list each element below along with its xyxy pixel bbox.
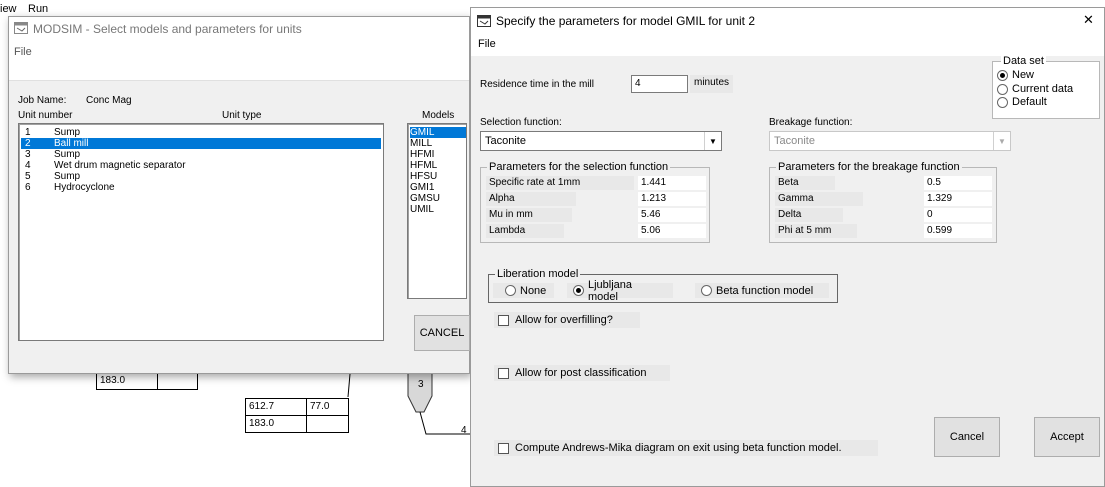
dialog-titlebar: Specify the parameters for model GMIL fo… <box>471 8 1104 34</box>
flowsheet-menubar: iew Run <box>0 0 470 16</box>
radio-icon <box>701 285 712 296</box>
radio-icon <box>997 96 1008 108</box>
model-item[interactable]: HFML <box>410 160 437 171</box>
param-value-input[interactable]: 5.06 <box>638 224 706 238</box>
param-value-input[interactable]: 0 <box>924 208 992 222</box>
param-value-input[interactable]: 0.5 <box>924 176 992 190</box>
close-icon[interactable]: ✕ <box>1083 12 1094 28</box>
liberation-none-radio[interactable]: None <box>493 283 555 298</box>
radio-selected-icon <box>997 69 1008 81</box>
unit-row[interactable]: 5 Sump <box>21 171 381 182</box>
dialog-title: Specify the parameters for model GMIL fo… <box>496 14 756 28</box>
model-item[interactable]: HFSU <box>410 171 437 182</box>
modsim-menubar: File <box>9 41 469 81</box>
menu-view[interactable]: iew <box>0 3 17 15</box>
checkbox-icon <box>498 367 509 379</box>
models-list[interactable]: GMIL MILL HFMI HFML HFSU GMI1 GMSU UMIL <box>407 123 467 299</box>
dialog-menubar: File <box>471 34 1104 56</box>
breakage-function-label: Breakage function: <box>769 117 853 128</box>
stream-cell: 183.0 <box>96 372 158 390</box>
parameters-dialog: Specify the parameters for model GMIL fo… <box>470 7 1105 487</box>
checkbox-icon <box>498 442 509 454</box>
unit-label[interactable]: 3 <box>418 379 424 390</box>
dataset-group: Data set New Current data Default <box>992 55 1100 119</box>
liberation-model-caption: Liberation model <box>495 268 581 280</box>
col-unit-number: Unit number <box>18 110 73 121</box>
model-item[interactable]: GMSU <box>410 193 440 204</box>
unit-row-selected[interactable]: 2 Ball mill <box>21 138 381 149</box>
breakage-function-select[interactable]: Taconite ▼ <box>769 131 1011 151</box>
menu-file[interactable]: File <box>14 46 32 58</box>
menu-run[interactable]: Run <box>28 3 48 15</box>
liberation-ljubljana-radio[interactable]: Ljubljana model <box>567 279 673 303</box>
dataset-current-radio[interactable]: Current data <box>997 83 1073 95</box>
model-item[interactable]: MILL <box>410 138 432 149</box>
andrews-mika-checkbox[interactable]: Compute Andrews-Mika diagram on exit usi… <box>494 440 878 456</box>
chevron-down-icon[interactable]: ▼ <box>704 132 721 150</box>
param-label: Delta <box>775 208 843 222</box>
selection-params-group: Parameters for the selection function Sp… <box>480 161 710 243</box>
param-label: Specific rate at 1mm <box>486 176 634 190</box>
unit-row[interactable]: 4 Wet drum magnetic separator <box>21 160 381 171</box>
job-name-value: Conc Mag <box>86 95 132 106</box>
flowsheet-lines <box>347 373 470 435</box>
app-icon <box>477 15 491 27</box>
unit-row[interactable]: 3 Sump <box>21 149 381 160</box>
selection-params-caption: Parameters for the selection function <box>487 161 671 173</box>
residence-time-input[interactable]: 4 <box>631 75 688 93</box>
param-label: Mu in mm <box>486 208 572 222</box>
radio-icon <box>997 83 1008 95</box>
modsim-title: MODSIM - Select models and parameters fo… <box>33 22 302 36</box>
post-classification-checkbox[interactable]: Allow for post classification <box>494 365 670 381</box>
breakage-params-caption: Parameters for the breakage function <box>776 161 962 173</box>
cancel-button[interactable]: Cancel <box>934 417 1000 457</box>
dataset-caption: Data set <box>1001 55 1046 67</box>
checkbox-icon <box>498 314 509 326</box>
accept-button[interactable]: Accept <box>1034 417 1100 457</box>
radio-icon <box>505 285 516 296</box>
selection-function-select[interactable]: Taconite ▼ <box>480 131 722 151</box>
modsim-titlebar: MODSIM - Select models and parameters fo… <box>9 17 469 41</box>
modsim-cancel-button[interactable]: CANCEL <box>414 315 470 351</box>
param-value-input[interactable]: 5.46 <box>638 208 706 222</box>
param-value-input[interactable]: 1.213 <box>638 192 706 206</box>
liberation-beta-radio[interactable]: Beta function model <box>695 283 829 298</box>
selection-function-label: Selection function: <box>480 117 562 128</box>
stream-cell: 612.7 <box>245 398 307 416</box>
residence-time-unit: minutes <box>690 75 734 93</box>
liberation-model-group: Liberation model None Ljubljana model Be… <box>488 268 838 303</box>
param-label: Alpha <box>486 192 576 206</box>
chevron-down-icon[interactable]: ▼ <box>993 132 1010 150</box>
col-models: Models <box>422 110 455 121</box>
model-item[interactable]: HFMI <box>410 149 434 160</box>
col-unit-type: Unit type <box>222 110 262 121</box>
param-value-input[interactable]: 1.441 <box>638 176 706 190</box>
param-label: Phi at 5 mm <box>775 224 857 238</box>
units-list[interactable]: 1 Sump 2 Ball mill 3 Sump 4 Wet drum magneti… <box>18 123 384 341</box>
dataset-default-radio[interactable]: Default <box>997 96 1047 108</box>
param-value-input[interactable]: 0.599 <box>924 224 992 238</box>
app-icon <box>14 22 28 34</box>
dataset-new-radio[interactable]: New <box>997 69 1034 81</box>
modsim-window: MODSIM - Select models and parameters fo… <box>8 16 470 374</box>
overfilling-checkbox[interactable]: Allow for overfilling? <box>494 312 640 328</box>
breakage-params-group: Parameters for the breakage function Bet… <box>769 161 997 243</box>
unit-label[interactable]: 4 <box>461 425 467 436</box>
residence-time-label: Residence time in the mill <box>480 79 594 90</box>
menu-file[interactable]: File <box>478 38 496 50</box>
job-name-label: Job Name: <box>18 95 67 106</box>
radio-selected-icon <box>573 285 584 296</box>
param-label: Gamma <box>775 192 863 206</box>
model-item[interactable]: GMI1 <box>410 182 434 193</box>
model-item-selected[interactable]: GMIL <box>410 127 466 138</box>
stream-cell: 183.0 <box>245 415 307 433</box>
unit-row[interactable]: 6 Hydrocyclone <box>21 182 381 193</box>
param-label: Beta <box>775 176 835 190</box>
unit-row[interactable]: 1 Sump <box>21 127 381 138</box>
param-label: Lambda <box>486 224 564 238</box>
stream-cell-empty <box>157 372 198 390</box>
model-item[interactable]: UMIL <box>410 204 434 215</box>
param-value-input[interactable]: 1.329 <box>924 192 992 206</box>
